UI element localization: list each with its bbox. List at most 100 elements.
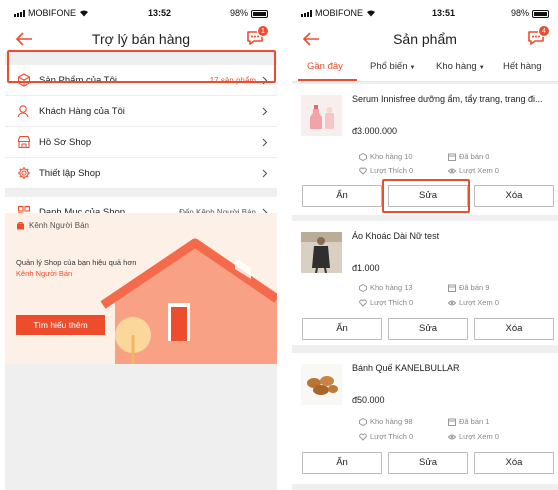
- product-price: đ50.000: [352, 395, 385, 405]
- banner-header: Kênh Người Bán: [16, 221, 89, 230]
- banner-description: Quản lý Shop của bạn hiệu quả hơn Kênh N…: [16, 257, 136, 279]
- header: Trợ lý bán hàng 1: [5, 25, 277, 52]
- hide-button[interactable]: Ẩn: [302, 452, 382, 474]
- product-image-waffle[interactable]: [301, 364, 342, 405]
- eye-icon: [448, 434, 456, 439]
- menu-item-shop-profile[interactable]: Hồ Sơ Shop: [5, 127, 277, 158]
- stock-icon: [359, 152, 367, 161]
- carrier-label: MOBIFONE: [28, 8, 77, 18]
- sold-stat: Đã bán 1: [448, 417, 489, 426]
- product-name: Bánh Quế KANELBULLAR: [352, 363, 460, 373]
- product-image-serum[interactable]: [301, 95, 342, 136]
- banner-link[interactable]: Kênh Người Bán: [16, 268, 136, 279]
- likes-stat: Lượt Thích 0: [359, 432, 413, 441]
- delete-button[interactable]: Xóa: [474, 318, 554, 340]
- chat-badge: 1: [257, 25, 269, 37]
- sold-value: Đã bán 1: [459, 417, 490, 426]
- status-bar: MOBIFONE 13:51 98%: [292, 0, 558, 26]
- wifi-icon: [80, 10, 89, 17]
- tab-out-of-stock[interactable]: Hết hàng: [503, 61, 542, 72]
- stock-icon: [359, 417, 367, 426]
- hide-button[interactable]: Ẩn: [302, 318, 382, 340]
- banner-title: Kênh Người Bán: [29, 221, 89, 230]
- shop-bag-icon: [17, 222, 24, 230]
- edit-button[interactable]: Sửa: [388, 452, 468, 474]
- likes-value: Lượt Thích 0: [370, 166, 414, 175]
- product-count: 17 sản phẩm: [209, 75, 256, 85]
- tab-popular[interactable]: Phổ biến ▼: [370, 61, 415, 72]
- menu-item-label: Hồ Sơ Shop: [39, 136, 92, 148]
- chat-button[interactable]: 1: [245, 25, 269, 49]
- stock-icon: [359, 283, 367, 292]
- product-name: Serum Innisfree dưỡng ẩm, tẩy trang, tra…: [352, 94, 543, 104]
- views-value: Lượt Xem 0: [459, 166, 499, 175]
- stock-stat: Kho hàng 13: [359, 283, 413, 292]
- views-stat: Lượt Xem 0: [448, 298, 499, 307]
- sold-value: Đã bán 0: [459, 152, 490, 161]
- views-value: Lượt Xem 0: [459, 432, 499, 441]
- stock-value: Kho hàng 10: [370, 152, 413, 161]
- chevron-right-icon: [262, 138, 268, 146]
- likes-stat: Lượt Thích 0: [359, 166, 413, 175]
- back-arrow-icon[interactable]: [302, 31, 320, 47]
- heart-icon: [359, 432, 367, 441]
- menu-item-my-customers[interactable]: Khách Hàng của Tôi: [5, 96, 277, 127]
- sold-icon: [448, 418, 456, 426]
- sold-stat: Đã bán 9: [448, 283, 489, 292]
- tab-stock[interactable]: Kho hàng ▼: [436, 61, 485, 72]
- product-card: Serum Innisfree dưỡng ẩm, tẩy trang, tra…: [292, 84, 558, 215]
- product-card: Áo Khoác Dài Nữ test đ1.000 Kho hàng 13 …: [292, 221, 558, 345]
- status-bar: MOBIFONE 13:52 98%: [5, 0, 277, 26]
- stock-stat: Kho hàng 10: [359, 152, 413, 161]
- battery-label: 98%: [229, 8, 248, 18]
- sold-value: Đã bán 9: [459, 283, 490, 292]
- views-stat: Lượt Xem 0: [448, 432, 499, 441]
- learn-more-button[interactable]: Tìm hiểu thêm: [16, 315, 105, 335]
- sold-icon: [448, 153, 456, 161]
- signal-icon: [301, 9, 312, 17]
- tab-recent[interactable]: Gần đây: [307, 61, 343, 72]
- chat-badge: 4: [538, 25, 550, 37]
- heart-icon: [359, 166, 367, 175]
- tab-label: Phổ biến: [370, 61, 408, 72]
- product-card: Bánh Quế KANELBULLAR đ50.000 Kho hàng 98…: [292, 353, 558, 484]
- banner-text: Quản lý Shop của bạn hiệu quả hơn: [16, 258, 137, 267]
- menu-item-shop-settings[interactable]: Thiết lập Shop: [5, 158, 277, 189]
- carrier-label: MOBIFONE: [315, 8, 364, 18]
- battery-icon: [532, 9, 549, 18]
- edit-button[interactable]: Sửa: [388, 185, 468, 207]
- battery-label: 98%: [510, 8, 529, 18]
- caret-down-icon: ▼: [409, 65, 416, 71]
- page-title: Trợ lý bán hàng: [91, 31, 191, 47]
- page-title: Sản phẩm: [393, 31, 457, 47]
- eye-icon: [448, 300, 456, 305]
- back-arrow-icon[interactable]: [15, 31, 33, 47]
- caret-down-icon: ▼: [478, 65, 485, 71]
- banner-illustration: [100, 238, 277, 364]
- menu-item-my-products[interactable]: Sản Phẩm của Tôi 17 sản phẩm: [5, 65, 277, 96]
- delete-button[interactable]: Xóa: [474, 185, 554, 207]
- heart-icon: [359, 298, 367, 307]
- likes-value: Lượt Thích 0: [370, 432, 414, 441]
- customer-icon: [17, 105, 29, 118]
- product-image-coat[interactable]: [301, 232, 342, 274]
- chevron-right-icon: [262, 169, 268, 177]
- gear-icon: [18, 167, 30, 179]
- menu-item-label: Sản Phẩm của Tôi: [39, 74, 117, 86]
- chat-button[interactable]: 4: [526, 25, 550, 49]
- likes-value: Lượt Thích 0: [370, 298, 414, 307]
- sold-stat: Đã bán 0: [448, 152, 489, 161]
- header: Sản phẩm 4: [292, 25, 558, 52]
- active-tab-indicator: [298, 79, 357, 81]
- likes-stat: Lượt Thích 0: [359, 298, 413, 307]
- stock-value: Kho hàng 98: [370, 417, 413, 426]
- hide-button[interactable]: Ẩn: [302, 185, 382, 207]
- stock-stat: Kho hàng 98: [359, 417, 413, 426]
- product-price: đ1.000: [352, 263, 380, 273]
- sort-tabs: Gần đây Phổ biến ▼ Kho hàng ▼ Hết hàng: [292, 52, 558, 82]
- edit-button[interactable]: Sửa: [388, 318, 468, 340]
- products-screen: MOBIFONE 13:51 98% Sản phẩm 4 Gần đây Ph…: [292, 0, 558, 490]
- eye-icon: [448, 168, 456, 173]
- seller-menu: Sản Phẩm của Tôi 17 sản phẩm Khách Hàng …: [5, 65, 277, 189]
- delete-button[interactable]: Xóa: [474, 452, 554, 474]
